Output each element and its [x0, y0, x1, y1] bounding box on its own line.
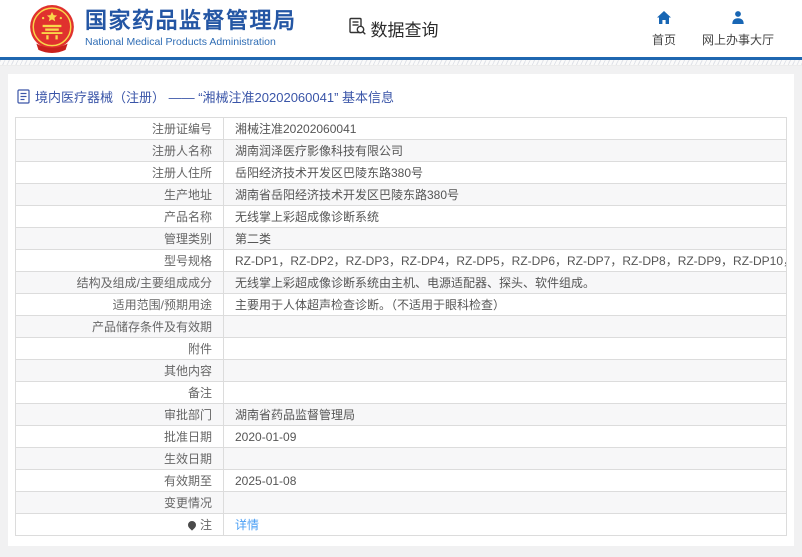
document-icon	[17, 89, 30, 104]
note-icon	[186, 519, 197, 530]
row-label: 审批部门	[16, 404, 224, 426]
row-label: 管理类别	[16, 228, 224, 250]
row-label: 产品储存条件及有效期	[16, 316, 224, 338]
row-value: 2025-01-08	[224, 470, 787, 492]
row-value: 详情	[224, 514, 787, 536]
table-row: 附件	[16, 338, 787, 360]
row-value: 岳阳经济技术开发区巴陵东路380号	[224, 162, 787, 184]
row-label: 生效日期	[16, 448, 224, 470]
row-value: 2020-01-09	[224, 426, 787, 448]
details-link[interactable]: 详情	[235, 518, 259, 532]
table-row: 备注	[16, 382, 787, 404]
table-row: 产品储存条件及有效期	[16, 316, 787, 338]
row-label: 备注	[16, 382, 224, 404]
person-icon	[730, 10, 746, 28]
table-row: 生效日期	[16, 448, 787, 470]
row-label: 有效期至	[16, 470, 224, 492]
national-emblem-icon	[27, 4, 77, 54]
table-row: 注册证编号湘械注准20202060041	[16, 118, 787, 140]
row-value: 无线掌上彩超成像诊断系统	[224, 206, 787, 228]
table-row: 有效期至2025-01-08	[16, 470, 787, 492]
site-header: 国家药品监督管理局 National Medical Products Admi…	[0, 0, 802, 57]
table-row: 型号规格RZ-DP1，RZ-DP2，RZ-DP3，RZ-DP4，RZ-DP5，R…	[16, 250, 787, 272]
row-label: 批准日期	[16, 426, 224, 448]
site-title-cn: 国家药品监督管理局	[85, 9, 297, 33]
table-row: 批准日期2020-01-09	[16, 426, 787, 448]
row-label: 结构及组成/主要组成成分	[16, 272, 224, 294]
row-label: 其他内容	[16, 360, 224, 382]
table-row: 适用范围/预期用途主要用于人体超声检查诊断。（不适用于眼科检查）	[16, 294, 787, 316]
row-value: 主要用于人体超声检查诊断。（不适用于眼科检查）	[224, 294, 787, 316]
table-row: 注册人名称湖南润泽医疗影像科技有限公司	[16, 140, 787, 162]
row-label: 变更情况	[16, 492, 224, 514]
row-value: 无线掌上彩超成像诊断系统由主机、电源适配器、探头、软件组成。	[224, 272, 787, 294]
row-value: 湘械注准20202060041	[224, 118, 787, 140]
row-label: 注册证编号	[16, 118, 224, 140]
table-row: 产品名称无线掌上彩超成像诊断系统	[16, 206, 787, 228]
row-value: 湖南省岳阳经济技术开发区巴陵东路380号	[224, 184, 787, 206]
row-label: 产品名称	[16, 206, 224, 228]
row-value: 第二类	[224, 228, 787, 250]
data-query-section[interactable]: 数据查询	[347, 16, 439, 42]
table-row: 变更情况	[16, 492, 787, 514]
table-row: 审批部门湖南省药品监督管理局	[16, 404, 787, 426]
nav-home-label: 首页	[652, 31, 676, 48]
row-label: 注册人名称	[16, 140, 224, 162]
row-value	[224, 360, 787, 382]
nav-service-hall-label: 网上办事大厅	[702, 31, 774, 48]
content-area: 境内医疗器械（注册） —— “湘械注准20202060041” 基本信息 注册证…	[0, 66, 802, 554]
row-value	[224, 338, 787, 360]
table-row: 结构及组成/主要组成成分无线掌上彩超成像诊断系统由主机、电源适配器、探头、软件组…	[16, 272, 787, 294]
home-icon	[656, 10, 672, 28]
info-table: 注册证编号湘械注准20202060041注册人名称湖南润泽医疗影像科技有限公司注…	[15, 117, 787, 536]
row-value: RZ-DP1，RZ-DP2，RZ-DP3，RZ-DP4，RZ-DP5，RZ-DP…	[224, 250, 787, 272]
table-row: 生产地址湖南省岳阳经济技术开发区巴陵东路380号	[16, 184, 787, 206]
row-label: 适用范围/预期用途	[16, 294, 224, 316]
row-label: 注册人住所	[16, 162, 224, 184]
nav-service-hall[interactable]: 网上办事大厅	[702, 10, 774, 48]
table-row: 其他内容	[16, 360, 787, 382]
table-row: 管理类别第二类	[16, 228, 787, 250]
row-value	[224, 448, 787, 470]
table-row: 注详情	[16, 514, 787, 536]
header-nav: 首页 网上办事大厅	[652, 10, 774, 48]
site-title-en: National Medical Products Administration	[85, 36, 297, 48]
row-label: 注	[16, 514, 224, 536]
row-value	[224, 316, 787, 338]
table-row: 注册人住所岳阳经济技术开发区巴陵东路380号	[16, 162, 787, 184]
page-title-text: 境内医疗器械（注册） —— “湘械注准20202060041” 基本信息	[35, 87, 394, 106]
row-value	[224, 492, 787, 514]
nmpa-logo[interactable]: 国家药品监督管理局 National Medical Products Admi…	[27, 4, 297, 54]
detail-card: 境内医疗器械（注册） —— “湘械注准20202060041” 基本信息 注册证…	[8, 74, 794, 546]
row-label: 附件	[16, 338, 224, 360]
document-search-icon	[347, 16, 368, 42]
row-value: 湖南润泽医疗影像科技有限公司	[224, 140, 787, 162]
logo-text: 国家药品监督管理局 National Medical Products Admi…	[85, 9, 297, 47]
row-label: 型号规格	[16, 250, 224, 272]
page-title: 境内医疗器械（注册） —— “湘械注准20202060041” 基本信息	[15, 82, 787, 117]
nav-home[interactable]: 首页	[652, 10, 676, 48]
row-value: 湖南省药品监督管理局	[224, 404, 787, 426]
row-label: 生产地址	[16, 184, 224, 206]
row-value	[224, 382, 787, 404]
info-table-body: 注册证编号湘械注准20202060041注册人名称湖南润泽医疗影像科技有限公司注…	[16, 118, 787, 536]
data-query-label: 数据查询	[371, 16, 439, 41]
